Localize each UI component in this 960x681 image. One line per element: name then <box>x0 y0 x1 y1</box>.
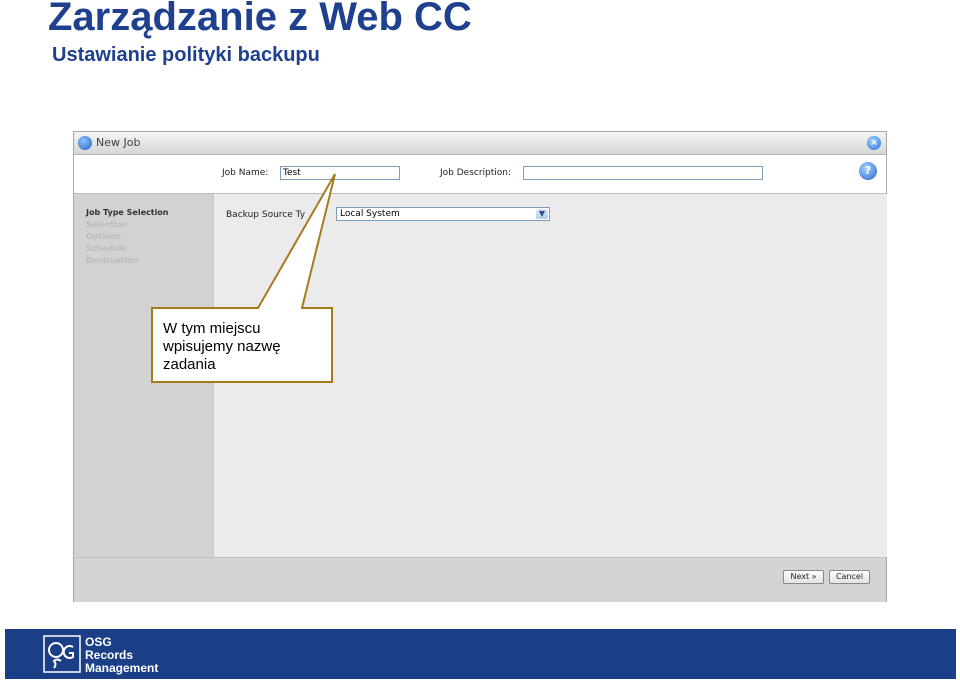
brand-name: OSG Records Management <box>85 636 205 675</box>
callout-text: W tym miejscu wpisujemy nazwę zadania <box>163 320 281 373</box>
brand-footer: OSG Records Management <box>5 629 956 679</box>
callout-shape <box>151 173 336 383</box>
brand-line-3: Management <box>85 661 159 675</box>
osg-logo-icon <box>43 635 81 673</box>
